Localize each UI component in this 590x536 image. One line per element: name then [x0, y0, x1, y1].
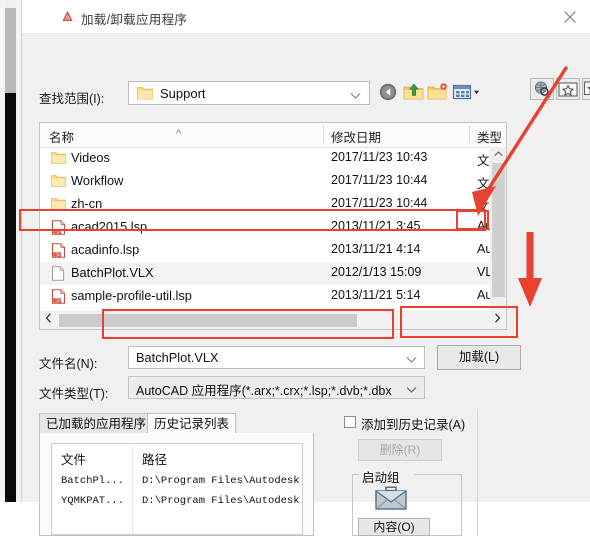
table-row[interactable]: LSP acad2015.lsp 2013/11/21 3:45 Autc: [40, 216, 506, 239]
file-name: Videos: [71, 150, 110, 165]
column-header-type[interactable]: 类型: [477, 127, 502, 146]
svg-text:LSP: LSP: [53, 252, 61, 257]
scrollbar-thumb-lower[interactable]: [5, 93, 16, 502]
sort-ascending-icon: ^: [176, 128, 181, 140]
column-header-date[interactable]: 修改日期: [331, 127, 381, 146]
scrollbar-thumb-upper[interactable]: [5, 8, 16, 93]
delete-button[interactable]: 删除(R): [358, 439, 442, 461]
lsp-file-icon: LSP: [51, 289, 66, 304]
file-date: 2012/1/13 15:09: [331, 265, 421, 279]
filename-value: BatchPlot.VLX: [136, 350, 219, 365]
panel-divider: [477, 409, 478, 536]
dialog-body: 查找范围(I): Support: [22, 34, 590, 502]
file-date: 2017/11/23 10:44: [331, 196, 427, 210]
back-icon[interactable]: [378, 82, 400, 104]
history-list[interactable]: 文件 路径 BatchPl... D:\Program Files\Autode…: [51, 443, 303, 535]
table-row[interactable]: LSP acadinfo.lsp 2013/11/21 4:14 Autc: [40, 239, 506, 262]
history-column-file: 文件: [61, 449, 86, 468]
file-list-view[interactable]: 名称 ^ 修改日期 类型 ^ Videos 2017/11/23 10:43 文…: [39, 122, 507, 330]
views-icon[interactable]: [452, 82, 482, 104]
svg-text:LSP: LSP: [53, 229, 61, 234]
file-date: 2013/11/21 4:14: [331, 242, 420, 256]
up-one-level-icon[interactable]: [403, 82, 425, 104]
load-button[interactable]: 加载(L): [437, 345, 521, 370]
scrollbar-thumb[interactable]: [492, 163, 505, 297]
file-date: 2013/11/21 3:45: [331, 219, 420, 233]
add-favorite-icon[interactable]: [582, 78, 590, 100]
column-divider[interactable]: [469, 126, 470, 143]
column-header-name[interactable]: 名称: [49, 127, 74, 146]
file-list-horizontal-scrollbar[interactable]: [40, 311, 506, 329]
scroll-right-icon[interactable]: [489, 312, 506, 329]
file-date: 2017/11/23 10:43: [331, 150, 427, 164]
file-date: 2017/11/23 10:44: [331, 173, 427, 187]
lsp-file-icon: LSP: [51, 220, 66, 235]
table-row-selected[interactable]: BatchPlot.VLX 2012/1/13 15:09 VLX: [40, 262, 506, 285]
scrollbar-thumb[interactable]: [59, 314, 357, 327]
scroll-up-icon[interactable]: [491, 147, 506, 162]
group-border-right: [414, 474, 462, 475]
look-in-combobox[interactable]: Support: [128, 81, 370, 105]
startup-group-label: 启动组: [360, 467, 402, 486]
table-row[interactable]: Workflow 2017/11/23 10:44 文件: [40, 170, 506, 193]
favorites-icon[interactable]: [556, 78, 580, 100]
tab-history-list[interactable]: 历史记录列表: [147, 413, 236, 434]
svg-text:LSP: LSP: [53, 298, 61, 303]
close-icon[interactable]: [555, 4, 585, 30]
scroll-left-icon[interactable]: [40, 312, 57, 329]
tab-panel: 文件 路径 BatchPl... D:\Program Files\Autode…: [39, 433, 314, 536]
table-row[interactable]: zh-cn 2017/11/23 10:44 文件: [40, 193, 506, 216]
chevron-down-icon[interactable]: [406, 383, 417, 397]
look-in-value: Support: [160, 86, 206, 101]
file-name: zh-cn: [71, 196, 102, 211]
autocad-logo-icon: [60, 9, 75, 24]
add-to-history-label: 添加到历史记录(A): [361, 414, 465, 433]
history-file: BatchPl...: [61, 475, 124, 487]
tab-loaded-applications[interactable]: 已加载的应用程序: [39, 413, 153, 434]
search-web-icon[interactable]: [530, 78, 554, 100]
table-row[interactable]: Videos 2017/11/23 10:43 文件: [40, 147, 506, 170]
column-divider[interactable]: [323, 126, 324, 143]
filetype-label: 文件类型(T):: [39, 383, 108, 402]
page-title: 加载/卸载应用程序: [81, 9, 187, 28]
filetype-select[interactable]: AutoCAD 应用程序(*.arx;*.crx;*.lsp;*.dvb;*.d…: [128, 376, 425, 399]
look-in-label: 查找范围(I):: [39, 88, 104, 107]
list-item[interactable]: YQMKPAT... D:\Program Files\Autodesk...: [52, 492, 302, 512]
file-name: acad2015.lsp: [71, 219, 147, 234]
table-row[interactable]: LSP sample-profile-util.lsp 2013/11/21 5…: [40, 285, 506, 308]
folder-icon: [51, 174, 66, 189]
history-file: YQMKPAT...: [61, 495, 124, 507]
filename-label: 文件名(N):: [39, 353, 97, 372]
checkbox-box[interactable]: [344, 416, 356, 428]
history-path: D:\Program Files\Autodesk...: [142, 475, 303, 487]
tab-strip: 已加载的应用程序 历史记录列表: [39, 413, 314, 434]
content-button[interactable]: 内容(O): [358, 518, 430, 536]
folder-icon: [51, 151, 66, 166]
file-name: acadinfo.lsp: [71, 242, 139, 257]
background-window-scrollbar[interactable]: [0, 0, 22, 502]
folder-icon: [137, 86, 153, 100]
lsp-file-icon: LSP: [51, 243, 66, 258]
file-name: BatchPlot.VLX: [71, 265, 154, 280]
file-name: Workflow: [71, 173, 123, 188]
chevron-down-icon[interactable]: [350, 89, 361, 103]
filename-input[interactable]: BatchPlot.VLX: [128, 346, 425, 369]
new-folder-icon[interactable]: [427, 82, 449, 104]
file-list-rows: Videos 2017/11/23 10:43 文件 Workflow 2017…: [40, 147, 506, 330]
dialog-title-bar: 加载/卸载应用程序: [22, 0, 590, 34]
folder-icon: [51, 197, 66, 212]
file-list-vertical-scrollbar[interactable]: [490, 147, 506, 330]
history-column-path: 路径: [142, 449, 167, 468]
file-date: 2013/11/21 5:14: [331, 288, 420, 302]
filetype-value: AutoCAD 应用程序(*.arx;*.crx;*.lsp;*.dvb;*.d…: [136, 380, 392, 399]
history-path: D:\Program Files\Autodesk...: [142, 495, 303, 507]
vlx-file-icon: [51, 266, 66, 281]
chevron-down-icon[interactable]: [406, 353, 417, 367]
load-unload-applications-dialog: 加载/卸载应用程序 查找范围(I): Support: [21, 0, 590, 502]
list-item[interactable]: BatchPl... D:\Program Files\Autodesk...: [52, 472, 302, 492]
briefcase-icon[interactable]: [374, 486, 408, 512]
file-name: sample-profile-util.lsp: [71, 288, 192, 303]
file-list-header: 名称 ^ 修改日期 类型 ^: [40, 123, 506, 148]
group-border-left: [352, 474, 359, 475]
